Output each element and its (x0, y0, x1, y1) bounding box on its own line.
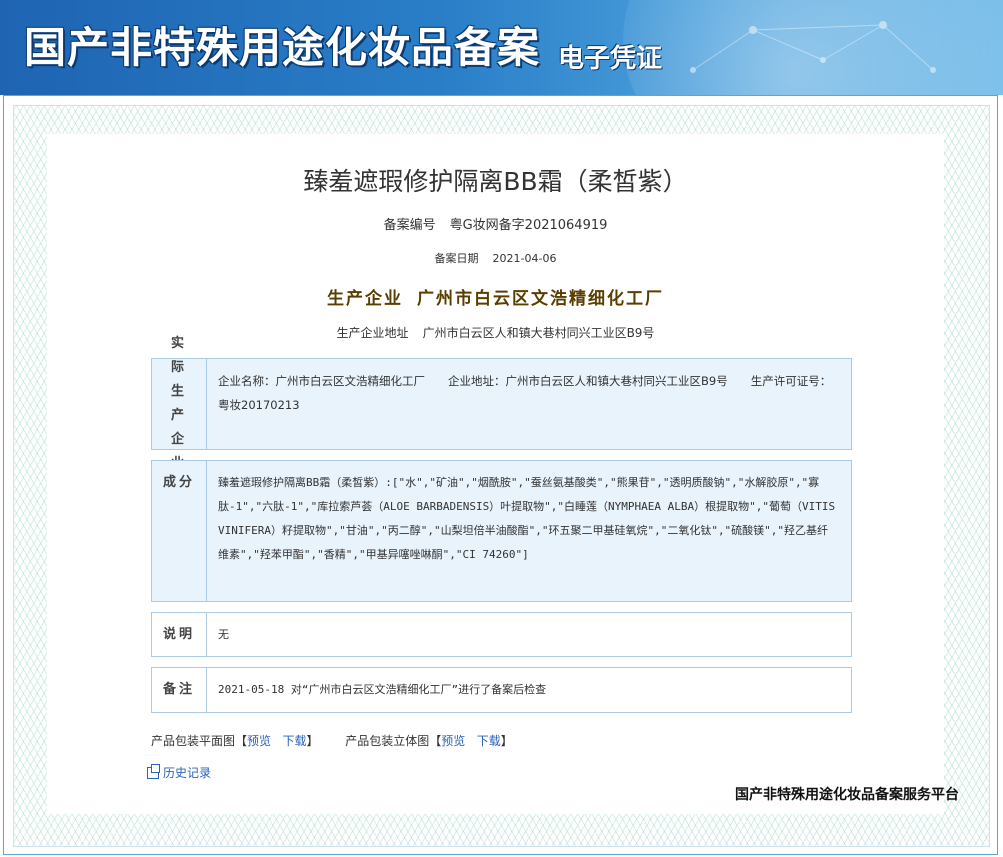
remarks-section: 备注 2021-05-18 对“广州市白云区文浩精细化工厂”进行了备案后检查 (151, 667, 852, 713)
flat-download-link[interactable]: 下载 (283, 734, 307, 748)
record-date: 备案日期 2021-04-06 (47, 250, 944, 266)
producer-address-label: 生产企业地址 (336, 326, 409, 340)
header-banner: 国产非特殊用途化妆品备案 电子凭证 (0, 0, 1003, 95)
flat-package-label: 产品包装平面图 (151, 734, 236, 748)
platform-name: 国产非特殊用途化妆品备案服务平台 (735, 787, 959, 803)
packaging-links: 产品包装平面图【预览 下载】 产品包装立体图【预览 下载】 (151, 732, 513, 749)
record-date-value: 2021-04-06 (492, 252, 557, 265)
remarks-text: 2021-05-18 对“广州市白云区文浩精细化工厂”进行了备案后检查 (218, 683, 547, 696)
producer-company-label: 生产企业 (327, 289, 403, 309)
solid-package-label: 产品包装立体图 (345, 734, 430, 748)
history-label[interactable]: 历史记录 (163, 764, 211, 781)
network-decoration (690, 21, 936, 73)
solid-preview-link[interactable]: 预览 (441, 734, 465, 748)
bracket-close: 】 (500, 734, 513, 748)
record-number: 备案编号 粤G妆网备字2021064919 (47, 214, 944, 233)
remarks-label: 备注 (152, 668, 207, 712)
bracket-close: 】 (306, 734, 319, 748)
notes-section: 说明 无 (151, 612, 852, 657)
ingredients-label: 成分 (152, 461, 207, 601)
product-name: 臻羞遮瑕修护隔离BB霜（柔皙紫） (303, 167, 688, 196)
ingredients-section: 成分 臻羞遮瑕修护隔离BB霜（柔皙紫）:["水","矿油","烟酰胺","蚕丝氨… (151, 460, 852, 602)
certificate-body: 臻羞遮瑕修护隔离BB霜（柔皙紫） 备案编号 粤G妆网备字2021064919 备案… (47, 134, 944, 814)
notes-text: 无 (218, 628, 229, 641)
record-date-label: 备案日期 (434, 252, 479, 265)
notes-label: 说明 (152, 613, 207, 656)
actual-producer-text: 企业名称：广州市白云区文浩精细化工厂 企业地址：广州市白云区人和镇大巷村同兴工业… (218, 374, 832, 412)
record-number-label: 备案编号 (383, 218, 436, 233)
external-link-icon (147, 763, 160, 779)
bracket-open: 【 (429, 734, 442, 748)
history-link[interactable]: 历史记录 (147, 763, 211, 781)
header-subtitle: 电子凭证 (558, 44, 663, 74)
certificate-frame: 臻羞遮瑕修护隔离BB霜（柔皙紫） 备案编号 粤G妆网备字2021064919 备案… (3, 95, 998, 855)
producer-company-value: 广州市白云区文浩精细化工厂 (417, 289, 664, 309)
flat-preview-link[interactable]: 预览 (247, 734, 271, 748)
producer-address-value: 广州市白云区人和镇大巷村同兴工业区B9号 (422, 326, 655, 340)
bracket-open: 【 (235, 734, 248, 748)
solid-download-link[interactable]: 下载 (477, 734, 501, 748)
record-number-value: 粤G妆网备字2021064919 (449, 218, 608, 233)
ingredients-text: 臻羞遮瑕修护隔离BB霜（柔皙紫）:["水","矿油","烟酰胺","蚕丝氨基酸类… (218, 476, 836, 561)
header-title: 国产非特殊用途化妆品备案 (24, 23, 541, 72)
producer-company: 生产企业 广州市白云区文浩精细化工厂 (47, 284, 944, 309)
actual-producer-section: 实际生产企业 企业名称：广州市白云区文浩精细化工厂 企业地址：广州市白云区人和镇… (151, 336, 852, 471)
actual-producer-label: 实际生产企业 (152, 336, 207, 471)
